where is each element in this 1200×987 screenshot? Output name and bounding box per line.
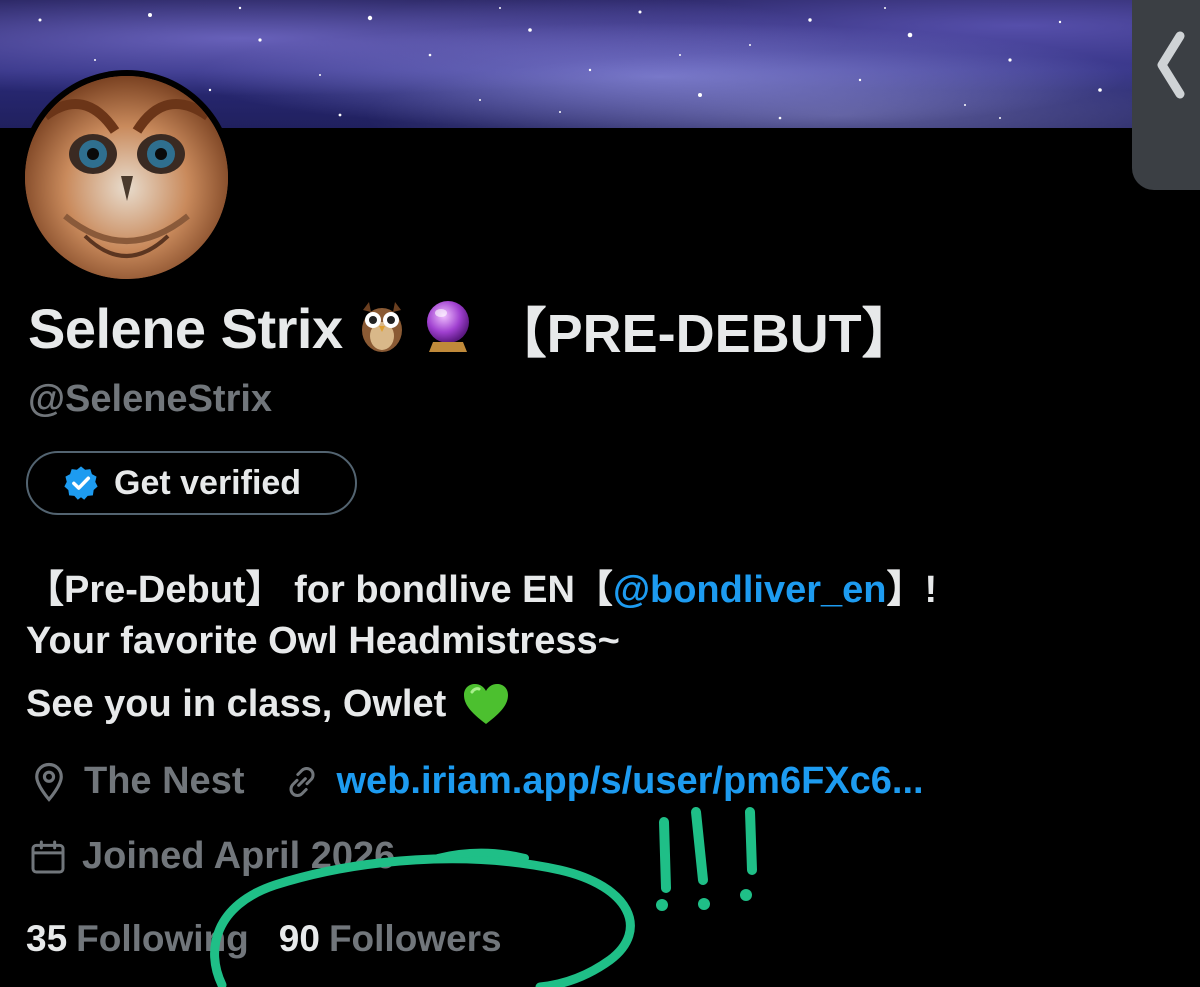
bio-text: 【Pre-Debut】 for bondlive EN【 [26, 569, 613, 611]
name-tag: 【PRE-DEBUT】 [492, 303, 916, 364]
location-text: The Nest [84, 760, 245, 802]
owl-emoji-icon [357, 298, 407, 359]
location-pin-icon [35, 762, 63, 802]
exclamation-stroke [691, 807, 708, 885]
following-label: Following [76, 918, 249, 959]
followers-count: 90 [278, 918, 320, 959]
get-verified-button[interactable]: Get verified [26, 451, 357, 515]
calendar-icon [31, 840, 65, 873]
link-icon [289, 766, 316, 797]
display-name: Selene Strix [28, 296, 343, 360]
verified-badge-icon [64, 466, 98, 500]
exclamation-dot [656, 899, 668, 911]
exclamation-stroke [745, 807, 757, 875]
get-verified-label: Get verified [114, 463, 302, 502]
handle: @SeleneStrix [28, 378, 273, 420]
following-link[interactable]: 35 Following [26, 918, 249, 960]
website-link[interactable]: web.iriam.app/s/user/pm6FXc6... [336, 760, 923, 803]
avatar[interactable] [25, 76, 228, 279]
display-name-row: Selene Strix 【PRE-DEBUT】 [28, 296, 916, 364]
chevron-left-icon [1157, 31, 1185, 99]
crystal-ball-emoji-icon [421, 298, 475, 359]
exclamation-dot [698, 898, 710, 910]
exclamation-stroke [659, 817, 671, 893]
location-row: The Nest web.iriam.app/s/user/pm6FXc6... [28, 760, 924, 803]
bio-line-3: See you in class, Owlet [26, 682, 510, 726]
bio-text: 】! [886, 569, 938, 611]
followers-link[interactable]: 90 Followers [279, 918, 502, 960]
side-panel-toggle[interactable] [1132, 0, 1200, 190]
bio-line-1: 【Pre-Debut】 for bondlive EN【@bondliver_e… [26, 558, 937, 613]
owl-photo [25, 76, 228, 279]
green-heart-emoji-icon [464, 684, 509, 724]
bio-line-2: Your favorite Owl Headmistress~ [26, 620, 620, 662]
bio-text: See you in class, Owlet [26, 682, 447, 725]
circle-scribble-start [434, 848, 529, 862]
follow-counts: 35 Following 90 Followers [26, 918, 502, 960]
joined-text: Joined April 2026 [82, 835, 396, 877]
followers-label: Followers [328, 918, 502, 959]
mention-link[interactable]: @bondliver_en [613, 569, 887, 611]
following-count: 35 [26, 918, 68, 959]
joined-row: Joined April 2026 [28, 835, 395, 878]
exclamation-dot [740, 889, 752, 901]
